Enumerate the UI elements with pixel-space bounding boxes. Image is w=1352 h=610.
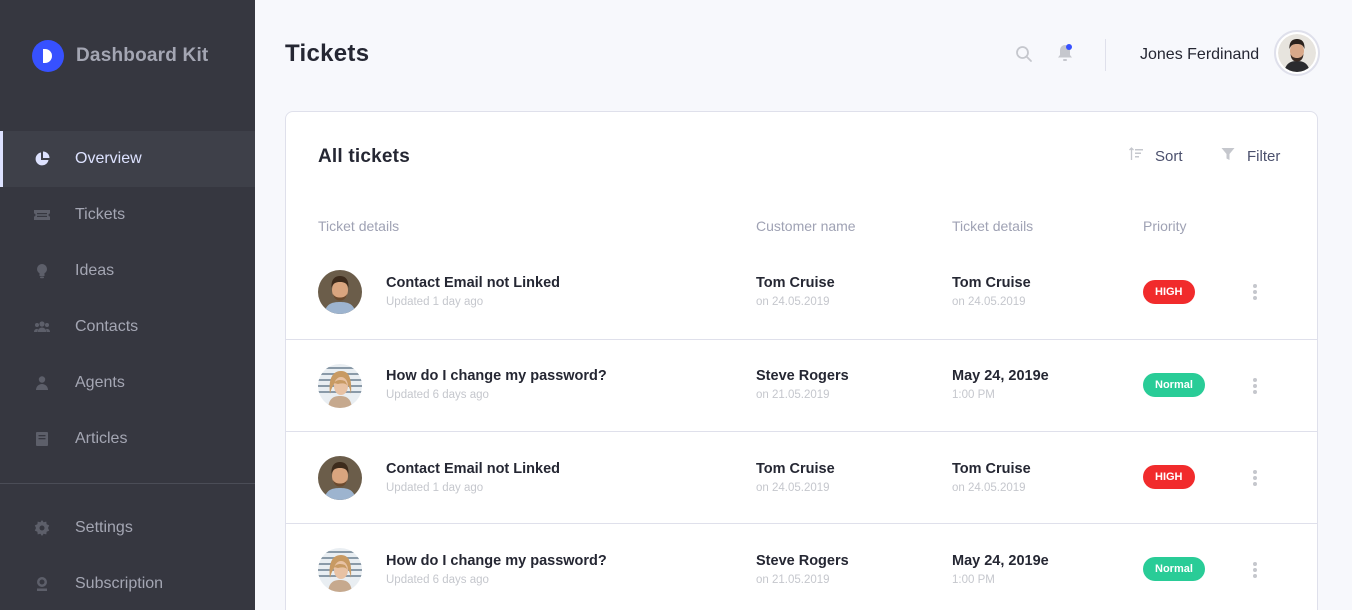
sidebar-divider: [0, 483, 255, 484]
user-avatar[interactable]: [1274, 30, 1320, 76]
customer-avatar: [318, 270, 362, 314]
ticket-title: How do I change my password?: [386, 553, 607, 569]
sidebar-item-label: Tickets: [75, 206, 126, 223]
sort-button[interactable]: Sort: [1129, 147, 1183, 166]
header-divider: [1105, 39, 1106, 71]
sidebar-item-ideas[interactable]: Ideas: [0, 243, 255, 299]
column-header-ticket-details[interactable]: Ticket details: [318, 218, 399, 234]
sidebar-item-subscription[interactable]: Subscription: [0, 556, 255, 610]
customer-avatar: [318, 364, 362, 408]
ticket-detail-sub: 1:00 PM: [952, 389, 995, 401]
customer-date: on 21.05.2019: [756, 389, 830, 401]
user-avatar-image: [1278, 34, 1316, 72]
award-icon: [34, 576, 50, 592]
more-options-icon[interactable]: [1252, 562, 1258, 580]
brand[interactable]: Dashboard Kit: [32, 40, 208, 72]
sidebar-item-overview[interactable]: Overview: [0, 131, 255, 187]
sidebar-item-label: Overview: [75, 150, 142, 167]
ticket-title: How do I change my password?: [386, 368, 607, 384]
more-options-icon[interactable]: [1252, 284, 1258, 302]
agent-icon: [34, 375, 50, 391]
sidebar-item-label: Contacts: [75, 318, 139, 335]
ticket-detail-sub: on 24.05.2019: [952, 296, 1026, 308]
filter-icon: [1221, 147, 1235, 166]
sidebar-item-label: Ideas: [75, 262, 115, 279]
gear-icon: [34, 520, 50, 536]
lightbulb-icon: [34, 263, 50, 279]
sort-icon: [1129, 147, 1143, 166]
ticket-detail: Tom Cruise: [952, 275, 1031, 291]
column-header-priority[interactable]: Priority: [1143, 218, 1187, 234]
sidebar-item-label: Settings: [75, 519, 133, 536]
sidebar-nav: Overview Tickets Ideas Contacts Agents A…: [0, 131, 255, 467]
sidebar-item-settings[interactable]: Settings: [0, 500, 255, 556]
ticket-title: Contact Email not Linked: [386, 275, 561, 291]
customer-avatar: [318, 456, 362, 500]
brand-logo-icon: [32, 40, 64, 72]
table-row[interactable]: How do I change my password? Updated 6 d…: [286, 339, 1317, 431]
customer-name: Tom Cruise: [756, 461, 835, 477]
sidebar-item-articles[interactable]: Articles: [0, 411, 255, 467]
customer-name: Steve Rogers: [756, 553, 849, 569]
card-title: All tickets: [318, 146, 410, 167]
ticket-detail: Tom Cruise: [952, 461, 1031, 477]
customer-name: Steve Rogers: [756, 368, 849, 384]
priority-badge: HIGH: [1143, 465, 1195, 489]
sidebar-item-label: Articles: [75, 430, 128, 447]
table-row[interactable]: How do I change my password? Updated 6 d…: [286, 523, 1317, 610]
ticket-updated: Updated 6 days ago: [386, 574, 489, 586]
filter-button[interactable]: Filter: [1221, 147, 1280, 166]
customer-name: Tom Cruise: [756, 275, 835, 291]
column-header-ticket-details-2[interactable]: Ticket details: [952, 218, 1033, 234]
page-title: Tickets: [285, 40, 370, 67]
ticket-updated: Updated 6 days ago: [386, 389, 489, 401]
sort-label: Sort: [1155, 148, 1183, 165]
sidebar: Dashboard Kit Overview Tickets Ideas Con…: [0, 0, 255, 610]
ticket-title: Contact Email not Linked: [386, 461, 561, 477]
priority-badge: Normal: [1143, 373, 1205, 397]
customer-date: on 21.05.2019: [756, 574, 830, 586]
customer-date: on 24.05.2019: [756, 296, 830, 308]
more-options-icon[interactable]: [1252, 378, 1258, 396]
sidebar-item-label: Agents: [75, 374, 125, 391]
sidebar-item-contacts[interactable]: Contacts: [0, 299, 255, 355]
ticket-detail-sub: on 24.05.2019: [952, 482, 1026, 494]
tickets-card: All tickets Sort Filter Ticket details C…: [285, 111, 1318, 610]
priority-badge: Normal: [1143, 557, 1205, 581]
sidebar-item-label: Subscription: [75, 575, 164, 592]
ticket-icon: [34, 207, 50, 223]
filter-label: Filter: [1247, 148, 1281, 165]
table-row[interactable]: Contact Email not Linked Updated 1 day a…: [286, 247, 1317, 339]
column-header-customer-name[interactable]: Customer name: [756, 218, 856, 234]
contacts-icon: [34, 319, 50, 335]
search-icon[interactable]: [1015, 45, 1033, 63]
sidebar-item-agents[interactable]: Agents: [0, 355, 255, 411]
customer-avatar: [318, 548, 362, 592]
ticket-updated: Updated 1 day ago: [386, 296, 484, 308]
book-icon: [34, 431, 50, 447]
customer-date: on 24.05.2019: [756, 482, 830, 494]
notification-dot: [1066, 44, 1072, 50]
table-row[interactable]: Contact Email not Linked Updated 1 day a…: [286, 431, 1317, 523]
ticket-updated: Updated 1 day ago: [386, 482, 484, 494]
user-name[interactable]: Jones Ferdinand: [1140, 46, 1259, 64]
sidebar-item-tickets[interactable]: Tickets: [0, 187, 255, 243]
ticket-detail: May 24, 2019e: [952, 553, 1049, 569]
priority-badge: HIGH: [1143, 280, 1195, 304]
brand-name: Dashboard Kit: [76, 45, 209, 66]
pie-chart-icon: [34, 151, 50, 167]
more-options-icon[interactable]: [1252, 470, 1258, 488]
ticket-detail-sub: 1:00 PM: [952, 574, 995, 586]
ticket-detail: May 24, 2019e: [952, 368, 1049, 384]
sidebar-bottom-nav: Settings Subscription: [0, 500, 255, 610]
